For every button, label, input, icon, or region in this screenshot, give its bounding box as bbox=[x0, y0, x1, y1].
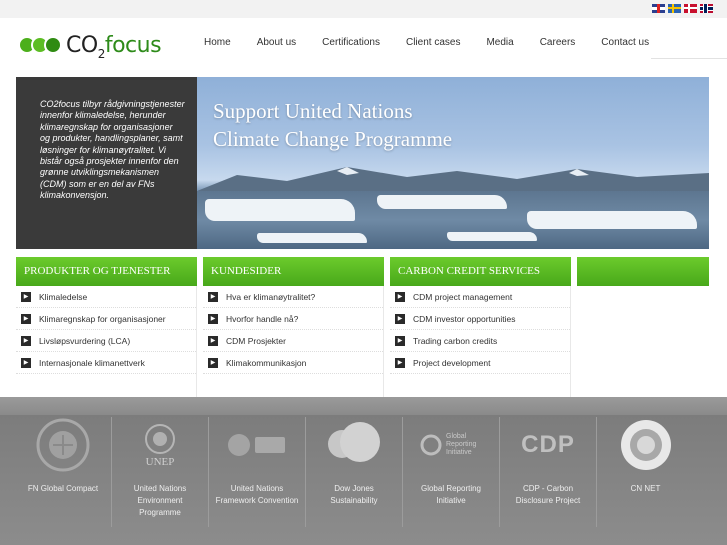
denmark-flag-icon[interactable] bbox=[684, 4, 697, 13]
partner-dow-jones[interactable]: Dow Jones Sustainability bbox=[306, 417, 403, 527]
cn-net-icon bbox=[597, 417, 694, 473]
list-item[interactable]: ▶ Hvorfor handle nå? bbox=[203, 308, 383, 330]
list-item[interactable]: ▶ Livsløpsvurdering (LCA) bbox=[16, 330, 196, 352]
hero-banner[interactable]: Support United Nations Climate Change Pr… bbox=[197, 77, 709, 249]
site-logo[interactable]: CO2focus bbox=[18, 32, 162, 61]
nav-home[interactable]: Home bbox=[204, 37, 231, 48]
arrow-right-icon: ▶ bbox=[208, 313, 218, 324]
nav-careers[interactable]: Careers bbox=[540, 37, 576, 48]
arrow-right-icon: ▶ bbox=[21, 335, 31, 346]
uk-flag-icon[interactable] bbox=[652, 4, 665, 13]
partner-gri[interactable]: Global Reporting Initiative Global Repor… bbox=[403, 417, 500, 527]
gri-icon: Global Reporting Initiative bbox=[403, 417, 499, 473]
list-item[interactable]: ▶ Klimakommunikasjon bbox=[203, 352, 383, 374]
arrow-right-icon: ▶ bbox=[208, 357, 218, 368]
partner-unep[interactable]: UNEP United Nations Environment Programm… bbox=[112, 417, 209, 527]
column-title[interactable]: CARBON CREDIT SERVICES bbox=[390, 257, 571, 286]
column-title[interactable]: KUNDESIDER bbox=[203, 257, 384, 286]
partner-global-compact[interactable]: FN Global Compact bbox=[15, 417, 112, 527]
language-selector bbox=[652, 4, 713, 13]
iceberg-shape bbox=[377, 195, 507, 209]
nav-divider bbox=[651, 58, 727, 59]
cdp-icon: CDP bbox=[521, 431, 575, 458]
arrow-right-icon: ▶ bbox=[395, 291, 405, 302]
arrow-right-icon: ▶ bbox=[395, 357, 405, 368]
partner-cdp[interactable]: CDP CDP - Carbon Disclosure Project bbox=[500, 417, 597, 527]
partner-unfccc[interactable]: United Nations Framework Convention bbox=[209, 417, 306, 527]
list-item[interactable]: ▶ Internasjonale klimanettverk bbox=[16, 352, 196, 374]
column-title bbox=[577, 257, 709, 286]
arrow-right-icon: ▶ bbox=[21, 291, 31, 302]
list-item[interactable]: ▶ Project development bbox=[390, 352, 570, 374]
column-products: PRODUKTER OG TJENESTER ▶ Klimaledelse ▶ Kl… bbox=[16, 257, 197, 404]
arrow-right-icon: ▶ bbox=[21, 357, 31, 368]
main-nav: Home About us Certifications Client case… bbox=[204, 37, 675, 48]
unfccc-icon bbox=[209, 417, 305, 473]
global-compact-icon bbox=[15, 417, 111, 473]
logo-circles-icon bbox=[18, 34, 64, 56]
iceberg-shape bbox=[527, 211, 697, 229]
iceberg-shape bbox=[447, 232, 537, 241]
arrow-right-icon: ▶ bbox=[395, 335, 405, 346]
nav-client-cases[interactable]: Client cases bbox=[406, 37, 460, 48]
arrow-right-icon: ▶ bbox=[208, 291, 218, 302]
column-carbon-credit-services: CARBON CREDIT SERVICES ▶ CDM project mana… bbox=[390, 257, 571, 404]
iceberg-shape bbox=[205, 199, 355, 221]
list-item[interactable]: ▶ Klimaledelse bbox=[16, 286, 196, 308]
arrow-right-icon: ▶ bbox=[395, 313, 405, 324]
unep-icon: UNEP bbox=[112, 417, 208, 473]
column-customer-pages: KUNDESIDER ▶ Hva er klimanøytralitet? ▶ Hv… bbox=[203, 257, 384, 404]
list-item[interactable]: ▶ CDM project management bbox=[390, 286, 570, 308]
sweden-flag-icon[interactable] bbox=[668, 4, 681, 13]
intro-panel: CO2focus tilbyr rådgivningstjenester inn… bbox=[16, 77, 197, 249]
partner-cn-net[interactable]: CN NET bbox=[597, 417, 694, 527]
top-bar bbox=[0, 0, 727, 18]
nav-media[interactable]: Media bbox=[486, 37, 513, 48]
iceberg-shape bbox=[257, 233, 367, 243]
column-empty bbox=[577, 257, 709, 404]
logo-text: CO2focus bbox=[66, 32, 162, 61]
mountains-image bbox=[197, 167, 709, 191]
list-item[interactable]: ▶ Hva er klimanøytralitet? bbox=[203, 286, 383, 308]
column-title[interactable]: PRODUKTER OG TJENESTER bbox=[16, 257, 197, 286]
dow-jones-icon bbox=[306, 417, 402, 473]
list-item[interactable]: ▶ Klimaregnskap for organisasjoner bbox=[16, 308, 196, 330]
nav-contact-us[interactable]: Contact us bbox=[601, 37, 649, 48]
norway-flag-icon[interactable] bbox=[700, 4, 713, 13]
list-item[interactable]: ▶ CDM investor opportunities bbox=[390, 308, 570, 330]
intro-text: CO2focus tilbyr rådgivningstjenester inn… bbox=[40, 99, 185, 201]
nav-certifications[interactable]: Certifications bbox=[322, 37, 380, 48]
hero-headline: Support United Nations Climate Change Pr… bbox=[213, 99, 453, 151]
arrow-right-icon: ▶ bbox=[21, 313, 31, 324]
partner-footer: FN Global Compact UNEP United Nations En… bbox=[0, 397, 727, 545]
arrow-right-icon: ▶ bbox=[208, 335, 218, 346]
list-item[interactable]: ▶ Trading carbon credits bbox=[390, 330, 570, 352]
list-item[interactable]: ▶ CDM Prosjekter bbox=[203, 330, 383, 352]
nav-about-us[interactable]: About us bbox=[257, 37, 296, 48]
